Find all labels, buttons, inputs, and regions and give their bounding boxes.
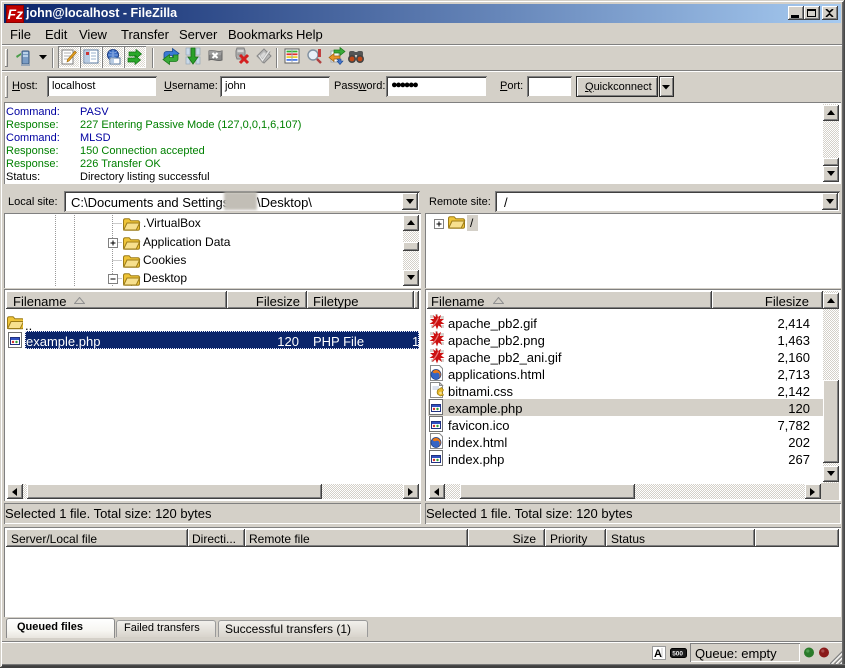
svg-text:Cookies: Cookies <box>143 253 186 267</box>
svg-text:500: 500 <box>672 651 683 658</box>
svg-text:Desktop: Desktop <box>143 271 187 285</box>
svg-text:A: A <box>654 648 662 660</box>
svg-text:Application Data: Application Data <box>143 235 231 249</box>
svg-text:.VirtualBox: .VirtualBox <box>143 216 201 230</box>
svg-text:Fz: Fz <box>8 6 24 22</box>
